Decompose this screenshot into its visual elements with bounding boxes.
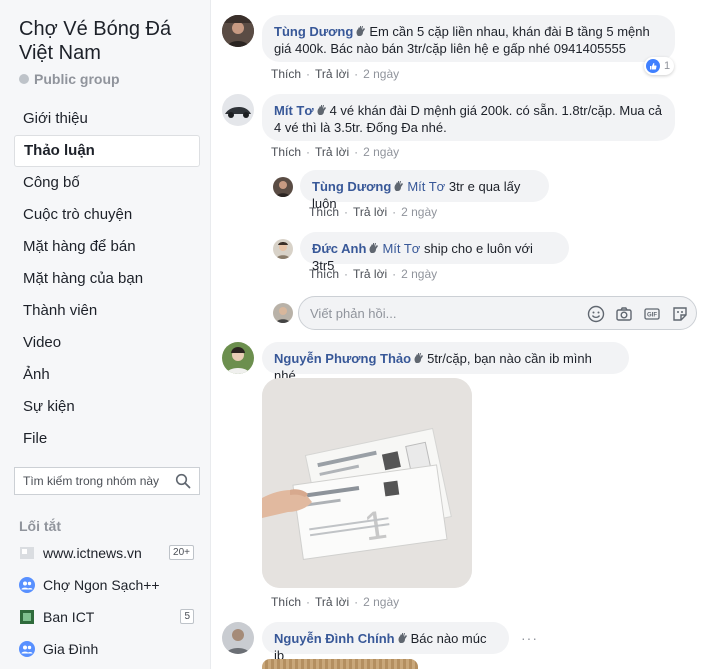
svg-text:GIF: GIF xyxy=(647,313,657,319)
nav-item-videos[interactable]: Video xyxy=(14,327,200,359)
nav-item-discussion[interactable]: Thảo luận xyxy=(14,135,200,167)
commenter-name[interactable]: Nguyễn Phương Thảo xyxy=(274,351,411,366)
mention-tag[interactable]: Mít Tơ xyxy=(407,179,445,194)
reply-input[interactable] xyxy=(310,305,580,321)
wave-icon xyxy=(414,353,424,363)
wave-icon xyxy=(398,633,407,643)
nav-item-your-items[interactable]: Mặt hàng của bạn xyxy=(14,263,200,295)
comment-bubble: Nguyễn Phương Thảo 5tr/cặp, bạn nào cần i… xyxy=(262,342,629,383)
comment-actions: Thích · Trả lời · 2 ngày xyxy=(271,67,400,81)
nav-item-for-sale[interactable]: Mặt hàng để bán xyxy=(14,231,200,263)
reply-link[interactable]: Trả lời xyxy=(315,595,349,609)
comment-timestamp[interactable]: 2 ngày xyxy=(363,595,399,609)
group-title[interactable]: Chợ Vé Bóng Đá Việt Nam xyxy=(19,17,204,65)
reply-link[interactable]: Trả lời xyxy=(315,145,349,159)
avatar[interactable] xyxy=(222,15,254,47)
comment-actions: Thích · Trả lời · 2 ngày xyxy=(271,595,400,609)
shortcut-badge: 5 xyxy=(180,609,194,624)
camera-icon[interactable] xyxy=(615,305,633,323)
more-options-icon[interactable]: ··· xyxy=(521,630,538,646)
like-link[interactable]: Thích xyxy=(271,67,301,81)
wave-icon xyxy=(394,181,404,191)
avatar[interactable] xyxy=(222,342,254,374)
search-icon[interactable] xyxy=(175,473,191,489)
shortcut-label: www.ictnews.vn xyxy=(43,545,142,561)
attached-photo-partial[interactable] xyxy=(262,659,418,669)
comment-actions: Thích · Trả lời · 2 ngày xyxy=(309,205,438,219)
like-link[interactable]: Thích xyxy=(309,267,339,281)
shortcut-cho-ngon-sach[interactable]: Chợ Ngon Sạch++ xyxy=(19,573,200,597)
nav-item-members[interactable]: Thành viên xyxy=(14,295,200,327)
shortcuts-heading: Lối tắt xyxy=(19,518,61,534)
comment-timestamp[interactable]: 2 ngày xyxy=(401,205,437,219)
group-privacy-label: Public group xyxy=(34,71,120,87)
reaction-count[interactable]: 1 xyxy=(644,57,675,75)
reaction-count-value: 1 xyxy=(664,60,671,72)
reply-bubble: Đức Anh Mít Tơ ship cho e luôn với 3tr5 xyxy=(300,232,569,273)
commenter-name[interactable]: Tùng Dương xyxy=(274,24,353,39)
reply-composer: GIF xyxy=(298,296,697,330)
nav-item-photos[interactable]: Ảnh xyxy=(14,359,200,391)
comment-bubble: Mít Tơ 4 vé khán đài D mệnh giá 200k. có … xyxy=(262,94,675,141)
group-search-input[interactable] xyxy=(23,474,173,488)
commenter-name[interactable]: Nguyễn Đình Chính xyxy=(274,631,395,646)
shortcut-label: Ban ICT xyxy=(43,609,95,625)
like-icon xyxy=(646,59,660,73)
avatar[interactable] xyxy=(273,239,293,259)
comment-text: 4 vé khán đài D mệnh giá 200k. có sẵn. 1… xyxy=(274,103,662,135)
nav-item-events[interactable]: Sự kiện xyxy=(14,391,200,423)
mention-tag[interactable]: Mít Tơ xyxy=(382,241,420,256)
nav-item-files[interactable]: File xyxy=(14,423,200,455)
comment-timestamp[interactable]: 2 ngày xyxy=(401,267,437,281)
emoji-icon[interactable] xyxy=(587,305,605,323)
shortcut-badge: 20+ xyxy=(169,545,194,560)
shortcut-gia-dinh[interactable]: Gia Đình xyxy=(19,637,200,661)
reply-link[interactable]: Trả lời xyxy=(315,67,349,81)
group-sidebar: Chợ Vé Bóng Đá Việt Nam Public group Giớ… xyxy=(0,0,210,669)
gif-icon[interactable]: GIF xyxy=(643,305,661,323)
page-icon xyxy=(19,545,35,561)
comment-bubble: Nguyễn Đình Chính Bác nào múc ib xyxy=(262,622,509,663)
like-link[interactable]: Thích xyxy=(271,145,301,159)
commenter-name[interactable]: Mít Tơ xyxy=(274,103,314,118)
shortcut-label: Gia Đình xyxy=(43,641,99,657)
wave-icon xyxy=(356,26,366,36)
group-avatar-icon xyxy=(19,609,35,625)
attached-ticket-photo[interactable]: 1 xyxy=(262,378,472,588)
reply-bubble: Tùng Dương Mít Tơ 3tr e qua lấy luôn xyxy=(300,170,549,211)
shortcut-ban-ict[interactable]: Ban ICT 5 xyxy=(19,605,200,629)
comment-bubble: Tùng Dương Em cần 5 cặp liền nhau, khán đ… xyxy=(262,15,675,62)
commenter-name[interactable]: Tùng Dương xyxy=(312,179,391,194)
comment-timestamp[interactable]: 2 ngày xyxy=(363,145,399,159)
group-privacy: Public group xyxy=(19,71,120,87)
sticker-icon[interactable] xyxy=(671,305,689,323)
current-user-avatar xyxy=(273,303,293,323)
shortcut-ictnews[interactable]: www.ictnews.vn 20+ xyxy=(19,541,200,565)
group-search xyxy=(14,467,200,495)
group-nav: Giới thiệu Thảo luận Công bố Cuộc trò ch… xyxy=(14,103,200,455)
wave-icon xyxy=(317,105,326,115)
nav-item-announcements[interactable]: Công bố xyxy=(14,167,200,199)
avatar[interactable] xyxy=(273,177,293,197)
like-link[interactable]: Thích xyxy=(271,595,301,609)
nav-item-chats[interactable]: Cuộc trò chuyện xyxy=(14,199,200,231)
comment-actions: Thích · Trả lời · 2 ngày xyxy=(309,267,438,281)
nav-item-about[interactable]: Giới thiệu xyxy=(14,103,200,135)
commenter-name[interactable]: Đức Anh xyxy=(312,241,366,256)
reply-link[interactable]: Trả lời xyxy=(353,267,387,281)
like-link[interactable]: Thích xyxy=(309,205,339,219)
group-icon xyxy=(19,577,35,593)
group-icon xyxy=(19,641,35,657)
wave-icon xyxy=(369,243,379,253)
comment-actions: Thích · Trả lời · 2 ngày xyxy=(271,145,400,159)
comment-timestamp[interactable]: 2 ngày xyxy=(363,67,399,81)
globe-icon xyxy=(19,74,29,84)
avatar[interactable] xyxy=(222,622,254,654)
shortcut-label: Chợ Ngon Sạch++ xyxy=(43,577,160,593)
reply-link[interactable]: Trả lời xyxy=(353,205,387,219)
avatar[interactable] xyxy=(222,94,254,126)
